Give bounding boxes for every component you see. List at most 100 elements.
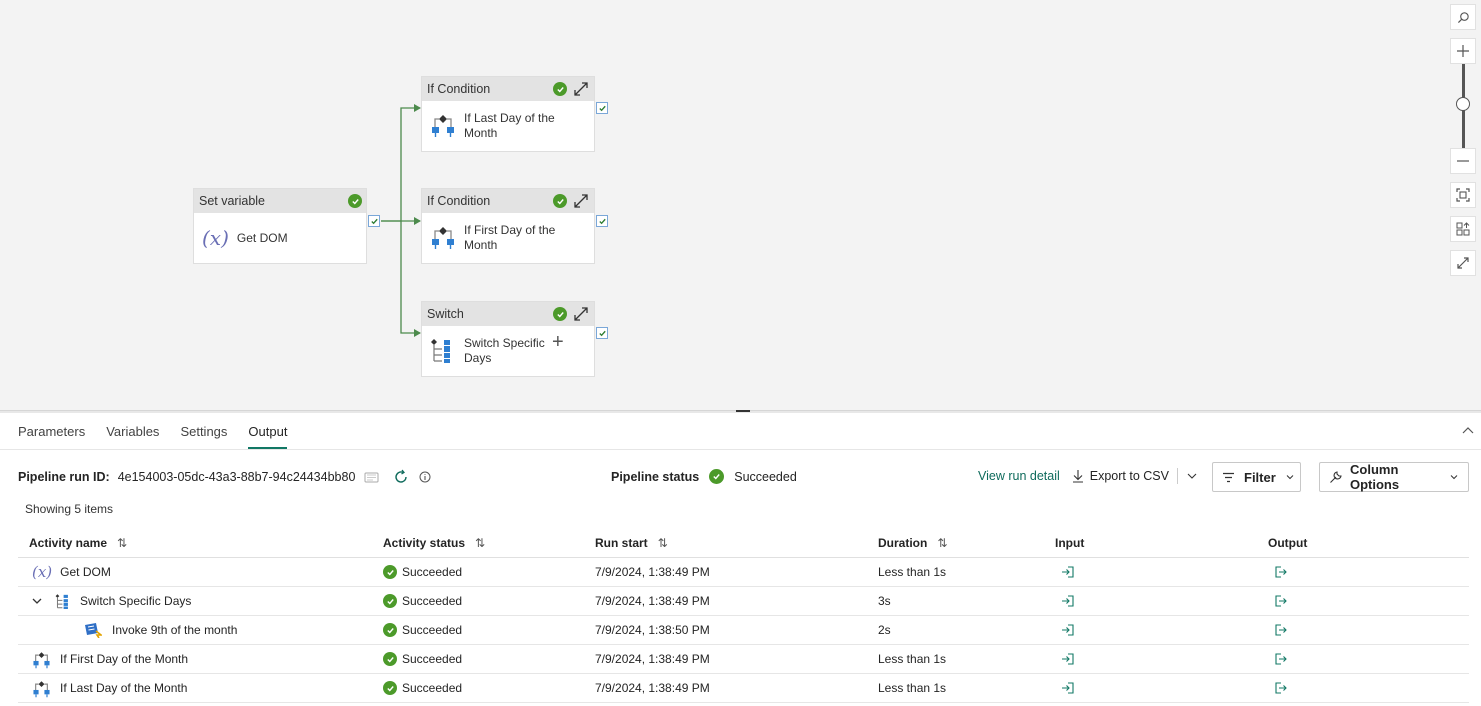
expand-icon[interactable] — [571, 79, 591, 99]
input-icon[interactable] — [1061, 623, 1075, 637]
output-icon[interactable] — [1274, 652, 1288, 666]
table-row[interactable]: Invoke 9th of the month Succeeded 7/9/20… — [18, 616, 1469, 645]
input-icon[interactable] — [1061, 594, 1075, 608]
add-activity-icon[interactable]: + — [552, 331, 564, 354]
duration: Less than 1s — [878, 681, 947, 695]
activity-status: Succeeded — [402, 623, 463, 637]
sort-icon[interactable]: ⇅ — [117, 536, 127, 550]
activity-runs-table: Activity name ⇅ Activity status ⇅ Run st… — [18, 528, 1469, 703]
success-check-icon — [383, 623, 397, 637]
output-icon[interactable] — [1274, 681, 1288, 695]
search-icon[interactable] — [1450, 4, 1476, 30]
output-icon[interactable] — [1274, 623, 1288, 637]
node-name-label: Get DOM — [236, 230, 288, 245]
tab-parameters[interactable]: Parameters — [18, 424, 85, 449]
output-connector-checkbox[interactable] — [368, 215, 380, 227]
copy-icon[interactable] — [364, 472, 379, 483]
activity-name: Switch Specific Days — [80, 594, 192, 608]
activity-node-if-first-day[interactable]: If Condition If First Day of the Month — [421, 188, 595, 264]
column-header-run-start[interactable]: Run start ⇅ — [595, 536, 668, 550]
activity-node-set-variable[interactable]: Set variable (𝑥) Get DOM — [193, 188, 367, 264]
input-icon[interactable] — [1061, 652, 1075, 666]
success-check-icon — [553, 194, 567, 208]
auto-align-icon[interactable] — [1450, 216, 1476, 242]
column-header-activity-name[interactable]: Activity name ⇅ — [29, 536, 127, 550]
activity-node-switch[interactable]: Switch Switch Specific Days + — [421, 301, 595, 377]
success-check-icon — [553, 307, 567, 321]
duration: Less than 1s — [878, 652, 947, 666]
input-icon[interactable] — [1061, 681, 1075, 695]
activity-name: If First Day of the Month — [60, 652, 189, 666]
filter-label: Filter — [1244, 469, 1276, 485]
canvas-zoom-toolbar — [1450, 4, 1476, 284]
chevron-up-icon[interactable] — [1461, 424, 1475, 438]
success-check-icon — [553, 82, 567, 96]
chevron-down-icon[interactable] — [1186, 470, 1198, 482]
chevron-down-icon[interactable] — [31, 595, 43, 607]
activity-name: Get DOM — [60, 565, 111, 579]
filter-button[interactable]: Filter — [1212, 462, 1301, 492]
sort-icon[interactable]: ⇅ — [937, 536, 947, 550]
output-icon[interactable] — [1274, 565, 1288, 579]
node-type-label: If Condition — [427, 82, 491, 96]
output-connector-checkbox[interactable] — [596, 215, 608, 227]
success-check-icon — [709, 469, 725, 484]
table-row[interactable]: (𝑥) Get DOM Succeeded 7/9/2024, 1:38:49 … — [18, 558, 1469, 587]
tab-variables[interactable]: Variables — [106, 424, 159, 449]
refresh-icon[interactable] — [393, 469, 409, 485]
expand-icon[interactable] — [571, 191, 591, 211]
table-row[interactable]: If Last Day of the Month Succeeded 7/9/2… — [18, 674, 1469, 703]
run-start: 7/9/2024, 1:38:49 PM — [595, 681, 710, 695]
variable-icon: (𝑥) — [32, 563, 53, 581]
properties-tabs: Parameters Variables Settings Output — [18, 424, 308, 449]
pipeline-canvas[interactable]: Set variable (𝑥) Get DOM If Condition If… — [0, 0, 1481, 410]
tab-settings[interactable]: Settings — [180, 424, 227, 449]
table-row[interactable]: If First Day of the Month Succeeded 7/9/… — [18, 645, 1469, 674]
info-icon[interactable] — [419, 471, 431, 483]
expand-icon[interactable] — [571, 304, 591, 324]
input-icon[interactable] — [1061, 565, 1075, 579]
tab-output[interactable]: Output — [248, 424, 288, 449]
node-type-label: Switch — [427, 307, 464, 321]
export-csv-button[interactable]: Export to CSV — [1090, 469, 1169, 483]
fit-to-screen-icon[interactable] — [1450, 182, 1476, 208]
zoom-out-icon[interactable] — [1450, 148, 1476, 174]
zoom-slider-thumb[interactable] — [1456, 97, 1470, 111]
output-connector-checkbox[interactable] — [596, 102, 608, 114]
fullscreen-icon[interactable] — [1450, 250, 1476, 276]
activity-status: Succeeded — [402, 594, 463, 608]
table-row[interactable]: Switch Specific Days Succeeded 7/9/2024,… — [18, 587, 1469, 616]
column-options-button[interactable]: Column Options — [1319, 462, 1469, 492]
run-start: 7/9/2024, 1:38:49 PM — [595, 652, 710, 666]
success-check-icon — [383, 565, 397, 579]
item-count-text: Showing 5 items — [25, 502, 114, 516]
pipeline-run-id-section: Pipeline run ID: 4e154003-05dc-43a3-88b7… — [18, 469, 431, 485]
activity-node-if-last-day[interactable]: If Condition If Last Day of the Month — [421, 76, 595, 152]
switch-icon — [430, 337, 456, 366]
zoom-in-icon[interactable] — [1450, 38, 1476, 64]
run-start: 7/9/2024, 1:38:49 PM — [595, 565, 710, 579]
view-run-detail-link[interactable]: View run detail — [978, 469, 1060, 483]
variable-icon: (𝑥) — [202, 226, 229, 250]
sort-icon[interactable]: ⇅ — [475, 536, 485, 550]
filter-icon — [1222, 472, 1235, 483]
column-header-activity-status[interactable]: Activity status ⇅ — [383, 536, 485, 550]
duration: Less than 1s — [878, 565, 947, 579]
splitter-handle[interactable] — [736, 410, 750, 412]
activity-status: Succeeded — [402, 681, 463, 695]
success-check-icon — [383, 681, 397, 695]
output-icon[interactable] — [1274, 594, 1288, 608]
output-connector-checkbox[interactable] — [596, 327, 608, 339]
zoom-slider[interactable] — [1450, 64, 1476, 148]
if-condition-icon — [430, 224, 456, 253]
node-name-label: If Last Day of the Month — [464, 111, 555, 140]
node-name-label: Switch Specific Days — [464, 336, 545, 365]
duration: 3s — [878, 594, 891, 608]
activity-name: Invoke 9th of the month — [112, 623, 238, 637]
if-condition-icon — [430, 112, 456, 141]
column-header-duration[interactable]: Duration ⇅ — [878, 536, 947, 550]
pipeline-status-label: Pipeline status — [611, 469, 700, 484]
sort-icon[interactable]: ⇅ — [658, 536, 668, 550]
invoke-pipeline-icon — [84, 622, 102, 638]
if-condition-icon — [32, 650, 51, 669]
